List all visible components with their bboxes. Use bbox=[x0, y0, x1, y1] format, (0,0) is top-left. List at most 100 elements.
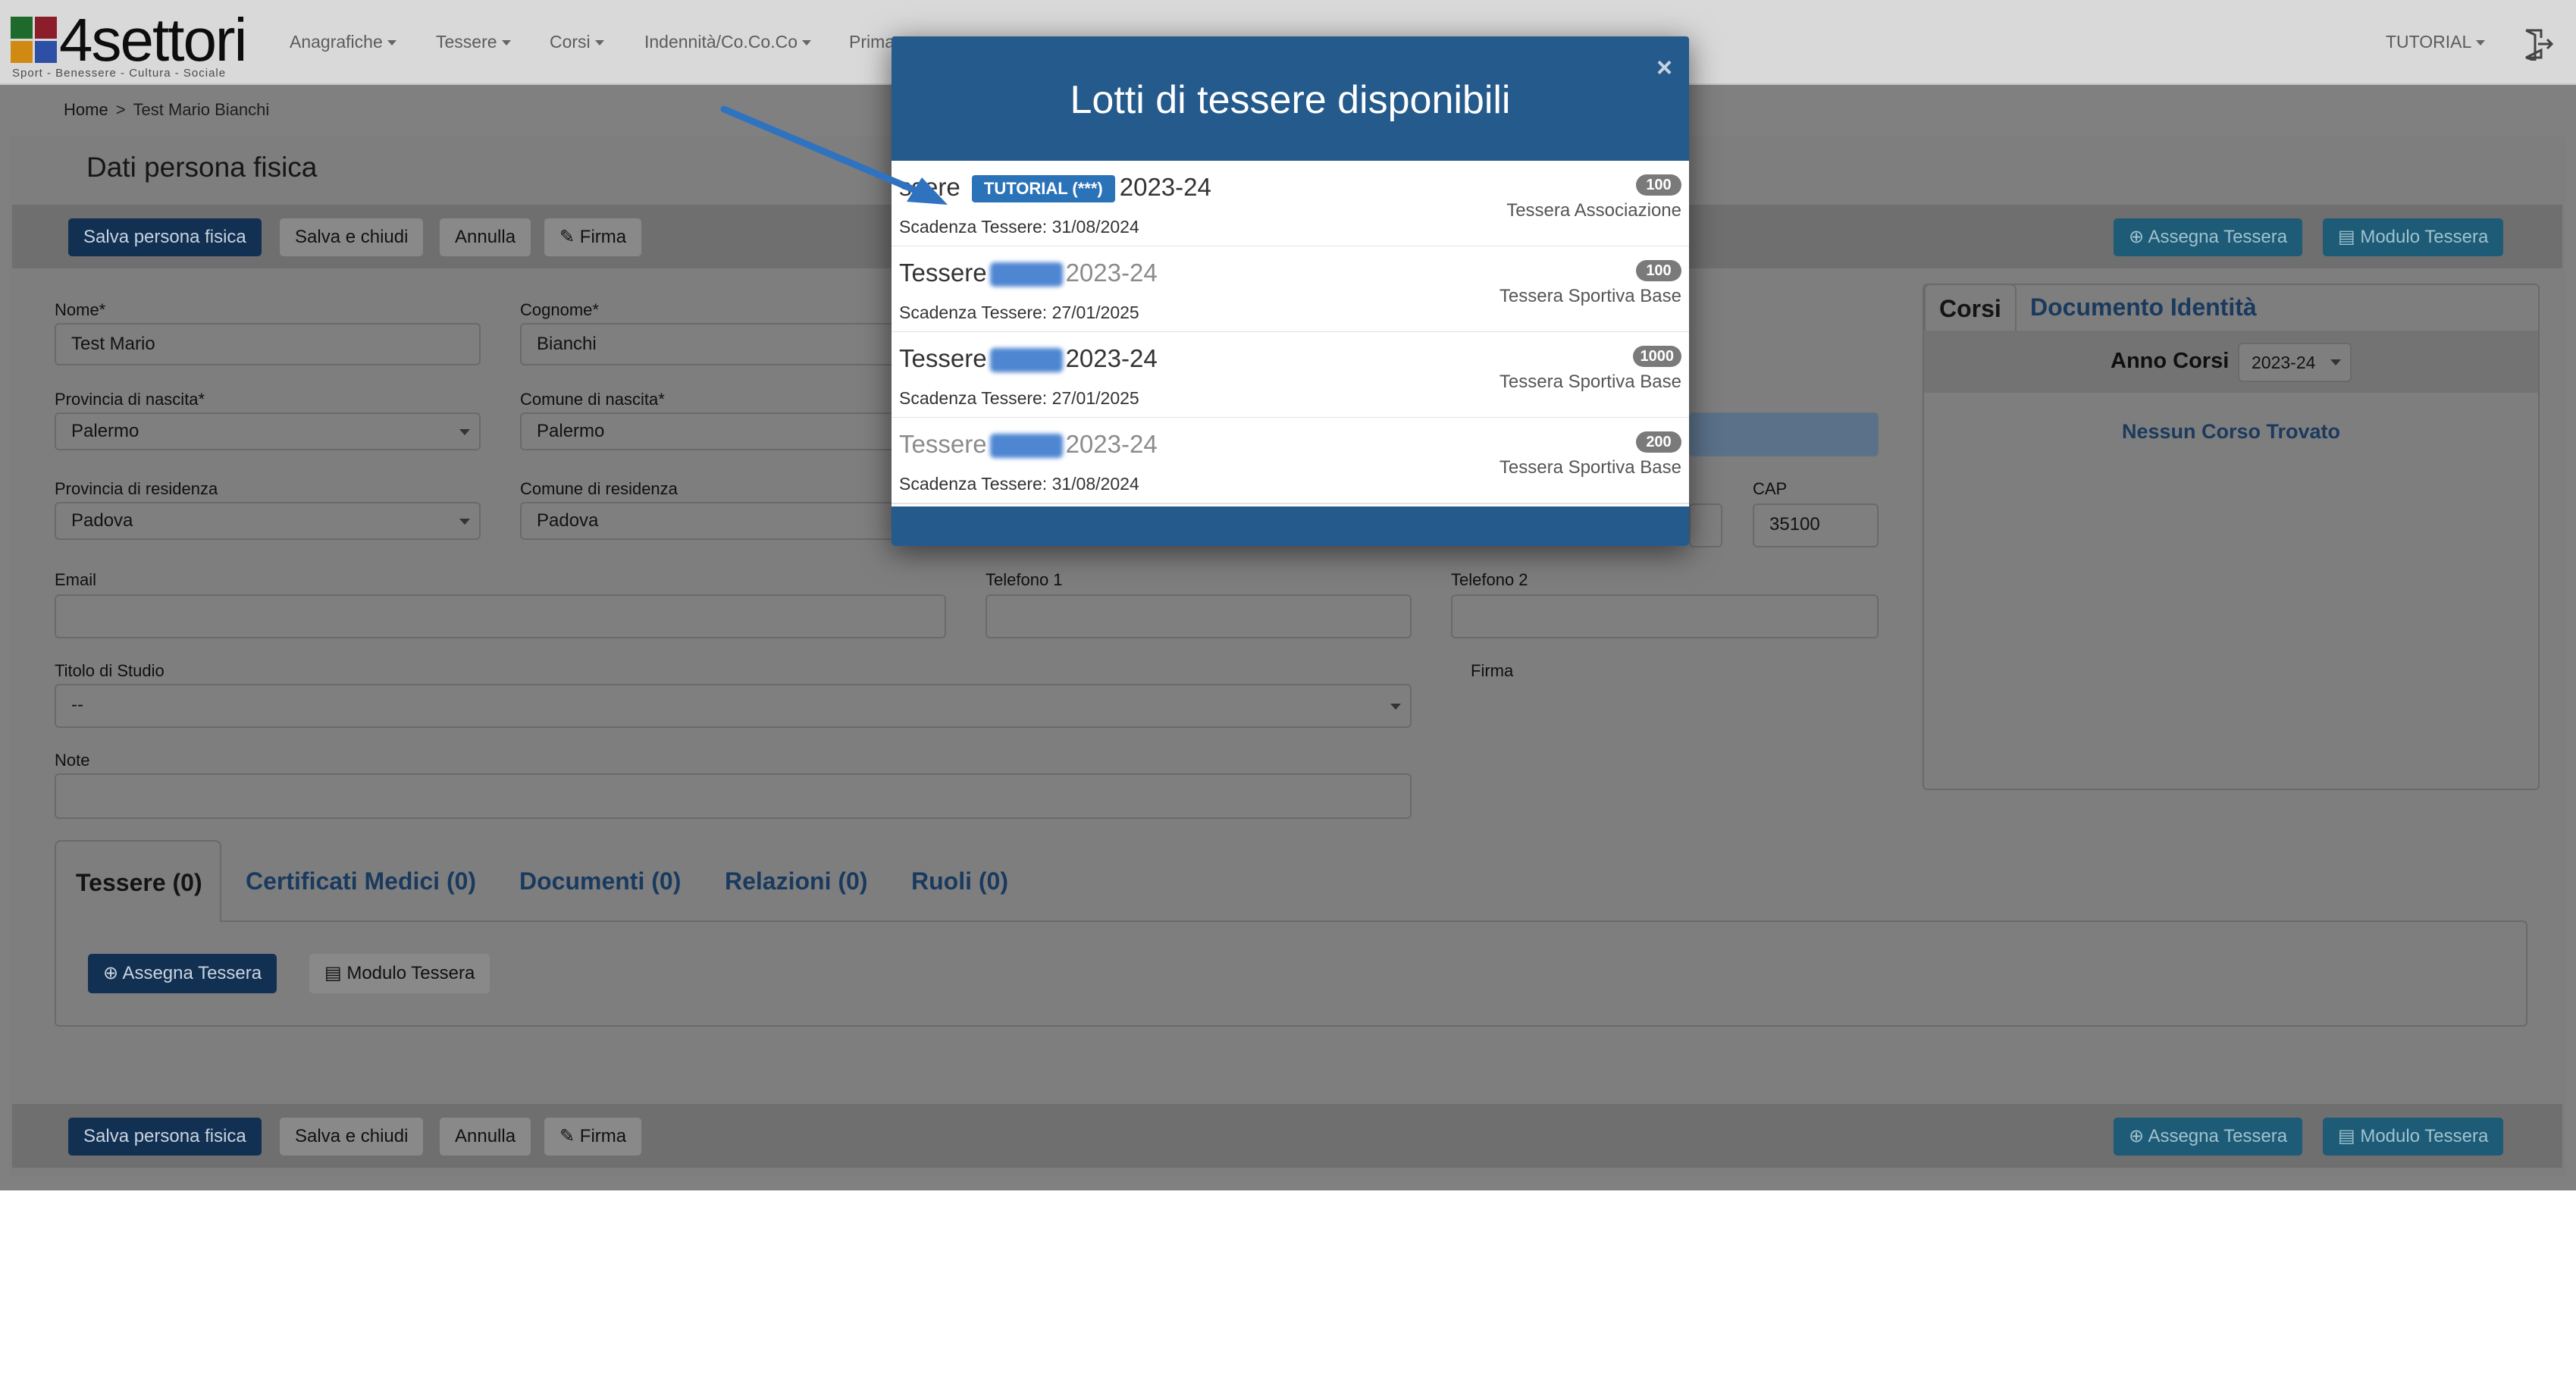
cap-input[interactable]: 35100 bbox=[1753, 503, 1879, 547]
year-select[interactable]: 2023-24 bbox=[2238, 343, 2352, 382]
close-icon[interactable]: × bbox=[1656, 52, 1672, 83]
nav-anagrafiche[interactable]: Anagrafiche bbox=[290, 32, 396, 52]
titolo-select[interactable]: -- bbox=[55, 684, 1412, 728]
lot-count-badge: 1000 bbox=[1632, 346, 1681, 367]
comune-nascita-label: Comune di nascita* bbox=[520, 390, 665, 409]
lot-count-badge: 200 bbox=[1636, 431, 1681, 453]
lot-name: Tessere 2023-24 bbox=[899, 430, 1158, 459]
lot-suffix: 2023-24 bbox=[1065, 259, 1158, 287]
prov-nascita-select[interactable]: Palermo bbox=[55, 412, 481, 450]
breadcrumb: Home > Test Mario Bianchi bbox=[64, 100, 269, 120]
chevron-down-icon bbox=[594, 40, 604, 46]
lot-type: Tessera Associazione bbox=[1506, 200, 1681, 221]
edit-icon: ✎ bbox=[559, 227, 580, 247]
edit-icon: ✎ bbox=[559, 1126, 580, 1146]
prov-res-select[interactable]: Padova bbox=[55, 502, 481, 540]
chevron-down-icon bbox=[1390, 704, 1401, 710]
highlighted-field[interactable] bbox=[1689, 412, 1879, 456]
tab-ruoli[interactable]: Ruoli (0) bbox=[911, 840, 1008, 922]
note-input[interactable] bbox=[55, 773, 1412, 819]
email-input[interactable] bbox=[55, 594, 946, 638]
lot-item[interactable]: Tessere 2023-24 Scadenza Tessere: 27/01/2… bbox=[892, 332, 1689, 419]
plus-circle-icon: ⊕ bbox=[2129, 227, 2148, 247]
civico-input[interactable] bbox=[1689, 503, 1722, 547]
lot-type: Tessera Sportiva Base bbox=[1499, 372, 1681, 392]
note-label: Note bbox=[55, 751, 90, 770]
modal-footer bbox=[892, 506, 1689, 546]
page-title: Dati persona fisica bbox=[86, 152, 318, 183]
chevron-down-icon bbox=[387, 40, 396, 46]
breadcrumb-home[interactable]: Home bbox=[64, 100, 108, 119]
tab-tessere[interactable]: Tessere (0) bbox=[55, 840, 221, 922]
assign-card-button[interactable]: ⊕ Assegna Tessera bbox=[2114, 218, 2303, 256]
app-window: 4settori Sport - Benessere - Cultura - S… bbox=[0, 0, 2576, 1190]
tab-assign-label: Assegna Tessera bbox=[122, 963, 262, 983]
nav-corsi[interactable]: Corsi bbox=[550, 32, 604, 52]
lot-item[interactable]: Tessere 2023-24 Scadenza Tessere: 31/08/2… bbox=[892, 418, 1689, 504]
tab-corsi[interactable]: Corsi bbox=[1924, 284, 2017, 331]
brand-logo[interactable]: 4settori Sport - Benessere - Cultura - S… bbox=[11, 8, 268, 80]
nav-indennita[interactable]: Indennità/Co.Co.Co bbox=[644, 32, 812, 52]
tab-card-form-button[interactable]: ▤ Modulo Tessera bbox=[309, 954, 490, 993]
sign-button[interactable]: ✎ Firma bbox=[544, 1118, 642, 1156]
lot-name: Tessere 2023-24 bbox=[899, 344, 1158, 373]
redacted-tag bbox=[989, 434, 1063, 459]
tel2-input[interactable] bbox=[1451, 594, 1879, 638]
side-panel-header bbox=[1924, 331, 2538, 393]
no-courses-message: Nessun Corso Trovato bbox=[2121, 420, 2341, 443]
save-close-button[interactable]: Salva e chiudi bbox=[280, 1118, 424, 1156]
card-icon: ▤ bbox=[2338, 1126, 2361, 1146]
modal-header: Lotti di tessere disponibili × bbox=[892, 36, 1689, 161]
lot-type: Tessera Sportiva Base bbox=[1499, 457, 1681, 478]
user-menu[interactable]: TUTORIAL bbox=[2386, 32, 2486, 52]
tab-relazioni[interactable]: Relazioni (0) bbox=[725, 840, 867, 922]
card-form-button[interactable]: ▤ Modulo Tessera bbox=[2323, 1118, 2504, 1156]
lot-item[interactable]: Tessere 2023-24 Scadenza Tessere: 27/01/2… bbox=[892, 246, 1689, 333]
card-icon: ▤ bbox=[2338, 227, 2361, 247]
nav-tessere[interactable]: Tessere bbox=[436, 32, 511, 52]
lot-count-badge: 100 bbox=[1636, 174, 1681, 196]
lot-item[interactable]: ssere TUTORIAL (***) 2023-24 Scadenza Tes… bbox=[892, 161, 1689, 247]
lot-expiry: Scadenza Tessere: 27/01/2025 bbox=[899, 388, 1139, 408]
lot-type: Tessera Sportiva Base bbox=[1499, 286, 1681, 306]
cancel-button[interactable]: Annulla bbox=[440, 1118, 531, 1156]
save-button[interactable]: Salva persona fisica bbox=[68, 1118, 262, 1156]
cognome-input[interactable]: Bianchi bbox=[520, 323, 899, 365]
tab-assign-card-button[interactable]: ⊕ Assegna Tessera bbox=[88, 954, 277, 993]
assign-card-label: Assegna Tessera bbox=[2148, 227, 2288, 247]
sign-label: Firma bbox=[579, 227, 627, 247]
sign-button[interactable]: ✎ Firma bbox=[544, 218, 642, 256]
tab-documenti[interactable]: Documenti (0) bbox=[519, 840, 681, 922]
nav-label: Indennità/Co.Co.Co bbox=[644, 32, 798, 52]
lot-prefix: ssere bbox=[899, 173, 961, 201]
lot-expiry: Scadenza Tessere: 27/01/2025 bbox=[899, 303, 1139, 322]
logout-icon[interactable] bbox=[2521, 27, 2555, 61]
nav-prima[interactable]: Prima bbox=[849, 32, 895, 52]
dropdown-arrow-icon bbox=[459, 429, 470, 435]
lot-suffix: 2023-24 bbox=[1065, 430, 1158, 458]
nome-label: Nome* bbox=[55, 300, 106, 319]
tab-documento-identita[interactable]: Documento Identità bbox=[2030, 284, 2257, 331]
chevron-down-icon bbox=[802, 40, 812, 46]
comune-res-select[interactable]: Padova bbox=[520, 502, 899, 540]
cancel-button[interactable]: Annulla bbox=[440, 218, 531, 256]
prov-nascita-value: Palermo bbox=[71, 421, 139, 441]
card-form-label: Modulo Tessera bbox=[2360, 1126, 2489, 1146]
lot-expiry: Scadenza Tessere: 31/08/2024 bbox=[899, 217, 1139, 237]
assign-card-button[interactable]: ⊕ Assegna Tessera bbox=[2114, 1118, 2303, 1156]
cap-label: CAP bbox=[1753, 479, 1788, 498]
year-value: 2023-24 bbox=[2252, 353, 2316, 372]
tab-certificati[interactable]: Certificati Medici (0) bbox=[246, 840, 476, 922]
breadcrumb-current: Test Mario Bianchi bbox=[133, 100, 270, 119]
lot-suffix: 2023-24 bbox=[1065, 344, 1158, 372]
tel1-input[interactable] bbox=[986, 594, 1412, 638]
save-close-button[interactable]: Salva e chiudi bbox=[280, 218, 424, 256]
lot-count-badge: 100 bbox=[1636, 260, 1681, 281]
comune-nascita-select[interactable]: Palermo bbox=[520, 412, 899, 450]
nome-input[interactable]: Test Mario bbox=[55, 323, 481, 365]
tel2-label: Telefono 2 bbox=[1451, 570, 1528, 589]
save-button[interactable]: Salva persona fisica bbox=[68, 218, 262, 256]
card-form-button[interactable]: ▤ Modulo Tessera bbox=[2323, 218, 2504, 256]
assign-card-label: Assegna Tessera bbox=[2148, 1126, 2288, 1146]
lot-name: Tessere 2023-24 bbox=[899, 259, 1158, 287]
